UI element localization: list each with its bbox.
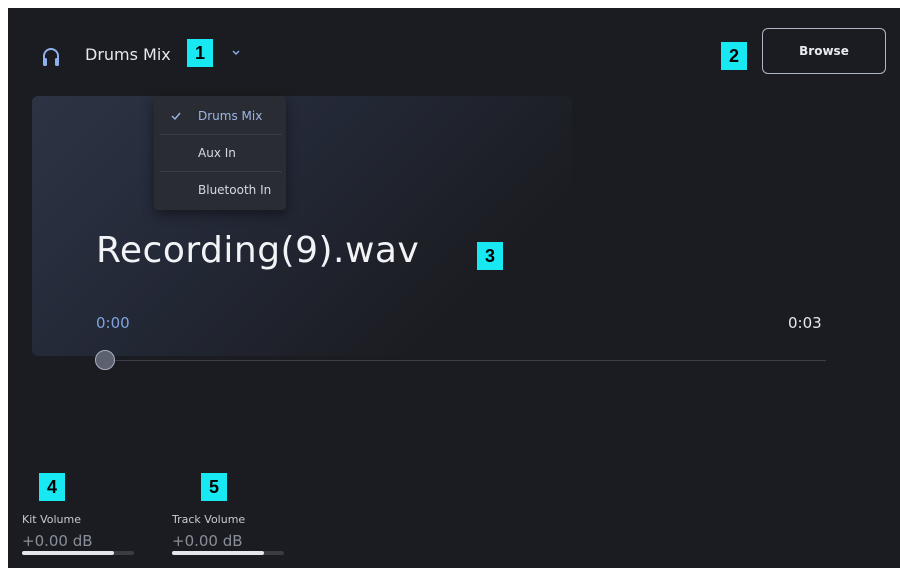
annotation-badge-3: 3: [477, 242, 503, 270]
annotation-badge-2: 2: [721, 42, 747, 70]
progress-track[interactable]: [96, 360, 826, 361]
player-window: Drums Mix 1 2 Browse Drums Mix Aux In Bl…: [8, 8, 900, 568]
source-dropdown-menu: Drums Mix Aux In Bluetooth In: [154, 96, 286, 210]
menu-item-label: Aux In: [198, 146, 236, 160]
source-selector[interactable]: Drums Mix: [85, 45, 171, 64]
annotation-badge-4: 4: [39, 473, 65, 501]
track-volume-fill: [172, 551, 264, 555]
kit-volume-slider[interactable]: [22, 551, 134, 555]
menu-item-label: Bluetooth In: [198, 183, 272, 197]
menu-item-drums-mix[interactable]: Drums Mix: [154, 98, 286, 134]
current-time: 0:00: [96, 314, 130, 332]
track-volume-slider[interactable]: [172, 551, 284, 555]
menu-item-bluetooth-in[interactable]: Bluetooth In: [154, 172, 286, 208]
menu-item-label: Drums Mix: [198, 109, 263, 123]
track-title: Recording(9).wav: [96, 230, 420, 271]
headphones-icon: [43, 48, 59, 66]
chevron-down-icon[interactable]: [230, 48, 242, 58]
annotation-badge-5: 5: [201, 473, 227, 501]
track-volume-label: Track Volume: [172, 513, 246, 526]
kit-volume-label: Kit Volume: [22, 513, 81, 526]
menu-item-aux-in[interactable]: Aux In: [154, 135, 286, 171]
track-volume-value: +0.00 dB: [172, 532, 243, 550]
annotation-badge-1: 1: [187, 39, 213, 67]
kit-volume-value: +0.00 dB: [22, 532, 93, 550]
browse-button[interactable]: Browse: [762, 28, 886, 74]
kit-volume-fill: [22, 551, 114, 555]
total-time: 0:03: [788, 314, 822, 332]
progress-thumb[interactable]: [95, 350, 115, 370]
check-icon: [171, 112, 181, 121]
